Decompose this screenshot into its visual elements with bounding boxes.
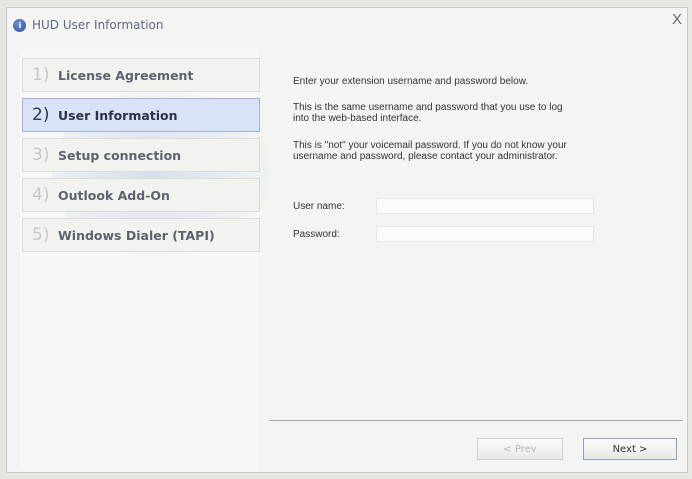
username-input[interactable]	[376, 198, 594, 214]
steps-sidebar: 1) License Agreement 2) User Information…	[20, 50, 272, 470]
step-number: 4)	[32, 185, 50, 205]
content-panel: Enter your extension username and passwo…	[269, 50, 683, 468]
password-label: Password:	[293, 228, 340, 240]
step-label: Setup connection	[58, 147, 182, 163]
step-number: 1)	[32, 65, 50, 85]
password-input[interactable]	[376, 226, 594, 242]
title-bar: HUD User Information X	[7, 8, 687, 42]
username-row: User name:	[293, 197, 603, 215]
same-credentials-note: This is the same username and password t…	[293, 102, 563, 124]
voicemail-note: This is "not" your voicemail password. I…	[293, 140, 567, 162]
installer-window: HUD User Information X 1) License Agreem…	[6, 7, 688, 473]
step-number: 2)	[32, 105, 50, 125]
prev-button[interactable]: < Prev	[477, 438, 563, 460]
username-label: User name:	[293, 200, 345, 212]
step-label: License Agreement	[58, 67, 194, 83]
step-number: 5)	[32, 225, 50, 245]
step-label: User Information	[58, 107, 178, 123]
footer-divider	[269, 420, 683, 421]
window-title: HUD User Information	[32, 18, 164, 32]
password-row: Password:	[293, 225, 603, 243]
info-icon	[13, 18, 26, 32]
close-icon[interactable]: X	[669, 12, 685, 28]
step-label: Outlook Add-On	[58, 187, 170, 203]
step-label: Windows Dialer (TAPI)	[58, 227, 215, 243]
step-windows-dialer[interactable]: 5) Windows Dialer (TAPI)	[22, 218, 260, 252]
step-outlook-add-on[interactable]: 4) Outlook Add-On	[22, 178, 260, 212]
step-license-agreement[interactable]: 1) License Agreement	[22, 58, 260, 92]
step-number: 3)	[32, 145, 50, 165]
step-setup-connection[interactable]: 3) Setup connection	[22, 138, 260, 172]
intro-text: Enter your extension username and passwo…	[293, 76, 529, 87]
step-user-information[interactable]: 2) User Information	[22, 98, 260, 132]
next-button[interactable]: Next >	[583, 438, 677, 460]
